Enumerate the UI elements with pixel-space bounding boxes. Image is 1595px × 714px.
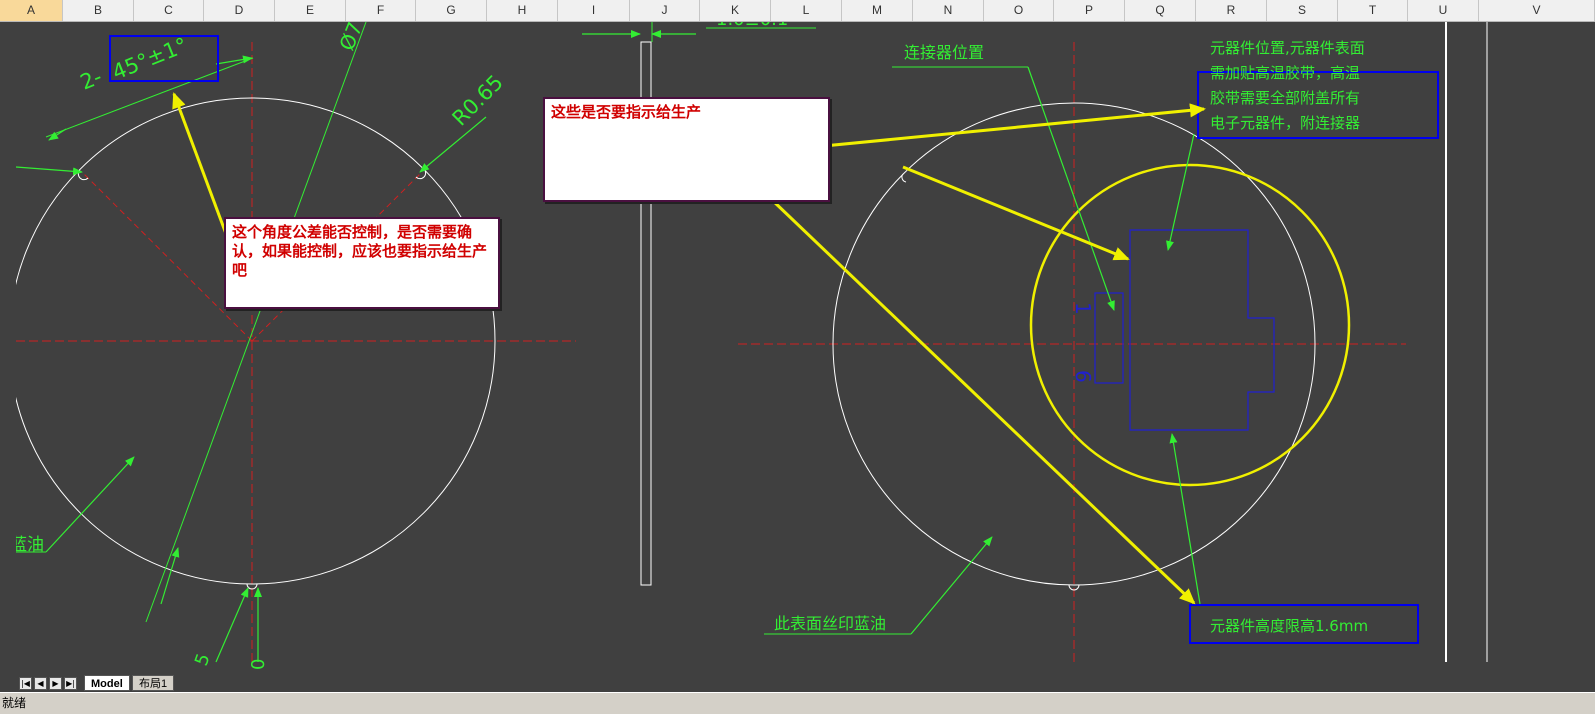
diameter-label: Ø7 <box>334 22 367 54</box>
column-header-t[interactable]: T <box>1338 0 1408 21</box>
column-header-a[interactable]: A <box>0 0 63 21</box>
first-sheet-button[interactable]: |◀ <box>19 677 32 690</box>
angle-arrow-right <box>215 55 253 65</box>
angle-tolerance-label: 45°±1° <box>109 33 191 85</box>
prev-sheet-button[interactable]: ◀ <box>34 677 47 690</box>
production-comment[interactable]: 这些是否要指示给生产 <box>543 97 830 202</box>
right-part-view: 1 6 连接器位置 元器件位置,元器件表面 需加贴高温胶带，高温 胶带需要全部附… <box>738 39 1439 662</box>
column-header-k[interactable]: K <box>700 0 771 21</box>
tab-layout1[interactable]: 布局1 <box>132 675 175 691</box>
radius-label: R0.65 <box>448 70 508 130</box>
component-position-leader <box>1166 133 1195 251</box>
column-header-g[interactable]: G <box>416 0 487 21</box>
diameter-arrow <box>160 547 180 605</box>
column-header-c[interactable]: C <box>134 0 204 21</box>
status-bar: 就绪 <box>0 692 1595 714</box>
column-header-o[interactable]: O <box>984 0 1054 21</box>
column-header-d[interactable]: D <box>204 0 275 21</box>
component-outline <box>1129 229 1275 431</box>
right-silkscreen-label: 此表面丝印蓝油 <box>774 614 886 633</box>
component-note-line2: 需加贴高温胶带，高温 <box>1210 64 1360 82</box>
component-highlight-circle <box>1029 163 1351 487</box>
column-header-f[interactable]: F <box>346 0 416 21</box>
left-silkscreen-label: 蓝油 <box>16 535 44 555</box>
left-notch-leader <box>16 166 83 176</box>
next-sheet-button[interactable]: ▶ <box>49 677 62 690</box>
column-header-l[interactable]: L <box>771 0 842 21</box>
column-header-v[interactable]: V <box>1479 0 1595 21</box>
review-arrow-height-limit <box>724 154 1196 605</box>
column-header-h[interactable]: H <box>487 0 558 21</box>
column-header-m[interactable]: M <box>842 0 913 21</box>
radius-leader <box>419 116 487 173</box>
column-header-n[interactable]: N <box>913 0 984 21</box>
connector-position-label: 连接器位置 <box>904 43 984 62</box>
left-part-view: 2- 45°±1° R0.65 Ø7 5 蓝油 5 0 <box>16 22 576 670</box>
bottom-partial-label-a: 5 <box>191 651 215 669</box>
left-partial-label: 5 <box>16 144 19 161</box>
sheet-tab-bar: |◀ ◀ ▶ ▶| Model 布局1 <box>0 674 1595 692</box>
column-header-e[interactable]: E <box>275 0 346 21</box>
column-header-i[interactable]: I <box>558 0 630 21</box>
column-header-s[interactable]: S <box>1267 0 1338 21</box>
column-header-bar: ABCDEFGHIJKLMNOPQRSTUV <box>0 0 1595 22</box>
connector-dim-label-a: 1 <box>1071 302 1095 315</box>
component-note-line4: 电子元器件，附连接器 <box>1210 114 1360 132</box>
left-silkscreen-leader <box>45 456 135 553</box>
column-header-r[interactable]: R <box>1196 0 1267 21</box>
column-header-u[interactable]: U <box>1408 0 1479 21</box>
row-header-strip <box>0 22 16 674</box>
connector-dim-label-b: 6 <box>1071 370 1095 383</box>
connector-outline <box>1094 292 1124 384</box>
column-header-j[interactable]: J <box>630 0 700 21</box>
component-note-line3: 胶带需要全部附盖所有 <box>1210 89 1360 107</box>
angle-prefix-label: 2- <box>77 65 105 95</box>
component-note-line1: 元器件位置,元器件表面 <box>1210 39 1365 57</box>
column-header-b[interactable]: B <box>63 0 134 21</box>
thickness-dim-label: 1.0±0.1 <box>716 22 788 30</box>
height-limit-leader <box>1169 433 1201 605</box>
review-arrow-connector <box>902 165 1130 261</box>
column-header-p[interactable]: P <box>1054 0 1125 21</box>
diameter-dim-line <box>145 22 367 623</box>
bottom-notch-leader-a <box>215 587 249 663</box>
tab-model[interactable]: Model <box>84 675 130 691</box>
drawing-canvas[interactable]: 2- 45°±1° R0.65 Ø7 5 蓝油 5 0 1.0±0.1 <box>16 22 1595 674</box>
bottom-partial-label-b: 0 <box>248 659 269 670</box>
status-text: 就绪 <box>2 696 27 710</box>
right-notch <box>901 173 907 183</box>
last-sheet-button[interactable]: ▶| <box>64 677 77 690</box>
angle-tolerance-comment[interactable]: 这个角度公差能否控制，是否需要确认，如果能控制，应该也要指示给生产吧 <box>224 217 500 309</box>
column-header-q[interactable]: Q <box>1125 0 1196 21</box>
height-limit-label: 元器件高度限高1.6mm <box>1210 617 1368 635</box>
